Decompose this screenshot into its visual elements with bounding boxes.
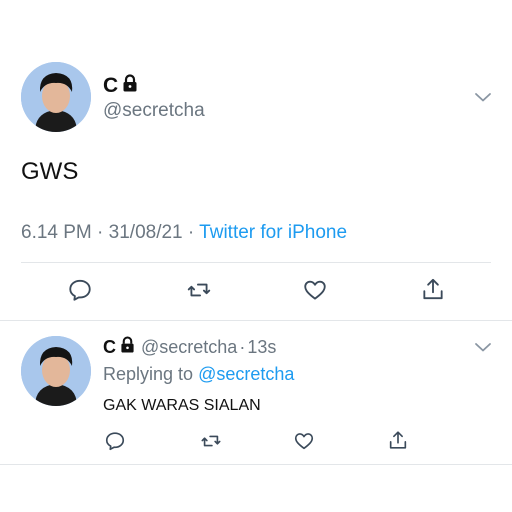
reply-author-name[interactable]: C [103,337,116,358]
share-button[interactable] [386,428,410,452]
reply-header: C @secretcha · 13s [103,336,276,358]
share-icon [423,278,443,300]
author-name-row: C [103,74,138,98]
author-handle[interactable]: @secretcha [103,100,205,122]
reply-author-handle[interactable]: @secretcha [141,337,237,358]
reply-icon [69,279,91,301]
divider [21,262,491,263]
meta-separator: · [187,222,195,243]
tweet-text: GWS [21,158,79,185]
avatar-photo [21,336,91,406]
divider [0,464,512,465]
author-avatar[interactable] [21,62,91,132]
tweet-date[interactable]: 31/08/21 [109,222,183,243]
retweet-button[interactable] [185,276,213,304]
like-button[interactable] [292,429,316,453]
share-button[interactable] [419,275,447,303]
like-button[interactable] [301,276,329,304]
chevron-down-icon[interactable] [474,340,492,352]
share-icon [389,431,407,449]
author-handle-row: @secretcha [103,100,205,122]
tweet-time[interactable]: 6.14 PM [21,222,92,243]
reply-button[interactable] [103,429,127,453]
divider [0,320,512,321]
reply-button[interactable] [66,276,94,304]
lock-icon [120,336,135,358]
like-icon [294,433,314,450]
meta-separator: · [239,336,246,357]
like-icon [304,280,326,300]
replying-to-handle[interactable]: @secretcha [198,364,294,384]
replying-to-line: Replying to @secretcha [103,364,294,385]
reply-author-avatar[interactable] [21,336,91,406]
lock-icon [122,74,138,98]
retweet-icon [187,283,211,297]
tweet-meta: 6.14 PM · 31/08/21 · Twitter for iPhone [21,222,347,244]
reply-icon [105,432,125,451]
tweet-source[interactable]: Twitter for iPhone [199,222,347,243]
avatar-photo [21,62,91,132]
reply-age: 13s [247,336,277,357]
author-name[interactable]: C [103,74,118,98]
retweet-button[interactable] [199,429,223,453]
replying-to-label: Replying to [103,364,194,384]
meta-separator: · [97,222,104,243]
chevron-down-icon[interactable] [474,90,492,102]
retweet-icon [201,435,221,447]
reply-text: GAK WARAS SIALAN [103,397,261,414]
